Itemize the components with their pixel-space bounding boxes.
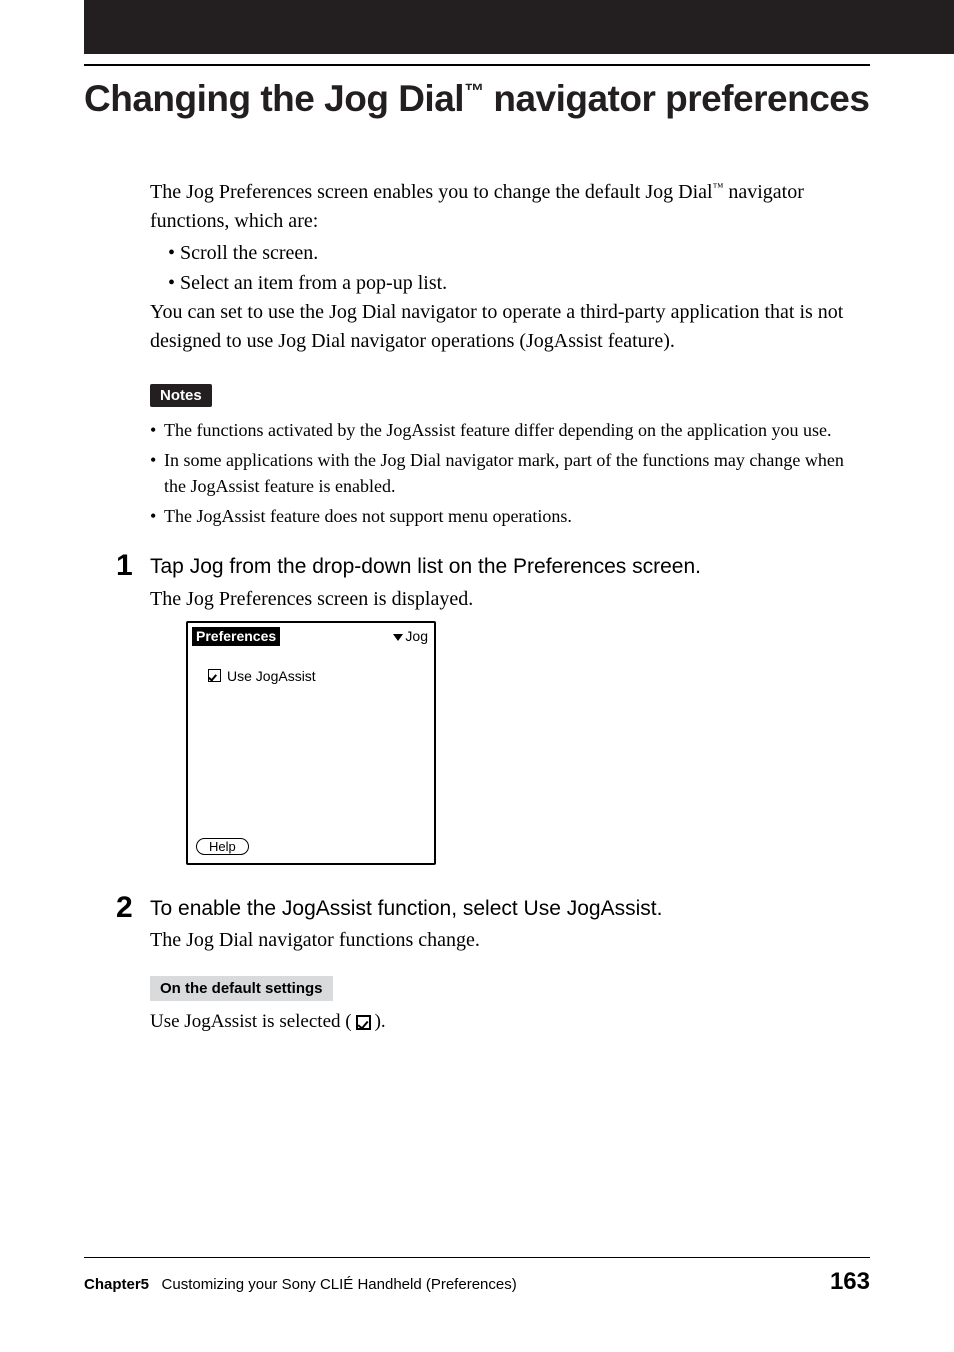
page-footer: Chapter5 Customizing your Sony CLIÉ Hand… [84,1257,870,1296]
page-title: Changing the Jog Dial™ navigator prefere… [84,78,870,120]
note-item-3: The JogAssist feature does not support m… [150,503,866,529]
intro-tm: ™ [713,181,724,193]
note-item-2: In some applications with the Jog Dial n… [150,447,866,499]
title-suffix: navigator preferences [484,78,870,119]
header-rule [84,64,870,66]
step-2: 2 To enable the JogAssist function, sele… [150,895,866,952]
intro-bullet-1: • Scroll the screen. [150,238,866,268]
screenshot-header: Preferences [192,627,280,646]
default-suffix: ). [375,1011,386,1033]
use-jogassist-label: Use JogAssist [227,668,316,684]
intro-line1: The Jog Preferences screen enables you t… [150,181,713,203]
step-1-title: Tap Jog from the drop-down list on the P… [150,553,866,581]
step-2-sub: The Jog Dial navigator functions change. [150,929,866,952]
default-settings-badge: On the default settings [150,976,333,1001]
footer-chapter: Chapter5 [84,1276,149,1293]
step-2-number: 2 [116,891,133,925]
notes-badge: Notes [150,384,212,407]
notes-list: The functions activated by the JogAssist… [150,417,866,529]
dropdown-value: Jog [405,628,428,644]
footer-left: Chapter5 Customizing your Sony CLIÉ Hand… [84,1276,517,1293]
footer-chapter-text: Customizing your Sony CLIÉ Handheld (Pre… [162,1276,517,1293]
use-jogassist-checkbox[interactable] [208,669,221,682]
default-prefix: Use JogAssist is selected ( [150,1011,352,1033]
intro-paragraph: The Jog Preferences screen enables you t… [150,178,866,236]
step-1-number: 1 [116,549,133,583]
use-jogassist-row[interactable]: Use JogAssist [208,668,434,684]
title-prefix: Changing the Jog Dial [84,78,464,119]
content-area: The Jog Preferences screen enables you t… [150,178,866,1033]
preferences-screenshot: Preferences Jog Use JogAssist Help [186,621,436,865]
step-1: 1 Tap Jog from the drop-down list on the… [150,553,866,864]
screenshot-dropdown[interactable]: Jog [393,628,428,644]
checked-icon [356,1015,371,1030]
note-item-1: The functions activated by the JogAssist… [150,417,866,443]
footer-page-number: 163 [830,1268,870,1296]
intro-bullet-2: • Select an item from a pop-up list. [150,268,866,298]
intro-followup: You can set to use the Jog Dial navigato… [150,298,866,356]
step-2-title: To enable the JogAssist function, select… [150,895,866,923]
step-1-sub: The Jog Preferences screen is displayed. [150,588,866,611]
dropdown-arrow-icon [393,634,403,641]
header-bar [84,0,954,54]
default-settings-text: Use JogAssist is selected ( ). [150,1011,866,1033]
title-tm: ™ [464,81,484,103]
help-button[interactable]: Help [196,838,249,855]
